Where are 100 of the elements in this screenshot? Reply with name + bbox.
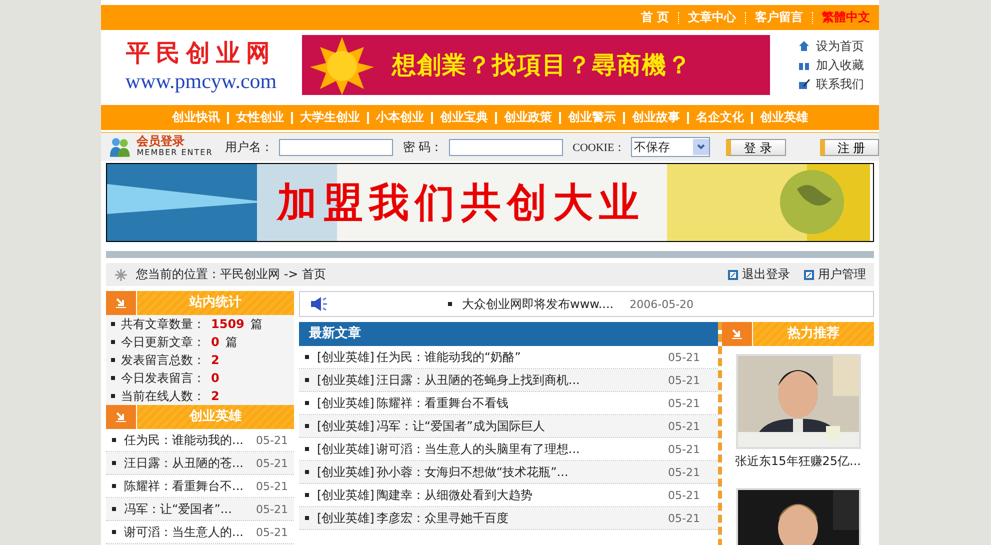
star-icon: [114, 268, 128, 282]
article-category: [创业英雄]: [317, 440, 374, 458]
arrow-icon: [116, 412, 126, 422]
stat-value: 2: [211, 353, 220, 367]
stat-unit: 篇: [250, 316, 262, 332]
article-category: [创业英雄]: [317, 372, 374, 388]
section-title: 最新文章: [309, 326, 361, 341]
article-title: 汪日露：从丑陋的苍...: [124, 454, 244, 472]
bullet-icon: [305, 516, 309, 520]
article-title: 陶建幸：从细微处看到大趋势: [376, 486, 532, 504]
ad-slogan: 想創業？找項目？尋商機？: [392, 50, 692, 81]
article-row[interactable]: [创业英雄] 汪日露：从丑陋的苍蝇身上找到商机... 05-21: [299, 369, 718, 392]
pencil-icon: [798, 78, 810, 90]
article-category: [创业英雄]: [317, 464, 374, 480]
announcement-text[interactable]: 大众创业网即将发布www....: [462, 296, 614, 312]
bullet-icon: [112, 530, 116, 534]
ad-banner[interactable]: 想創業？找項目？尋商機？: [302, 35, 770, 95]
home-icon: [798, 40, 810, 52]
stat-label: 发表留言总数：: [121, 352, 205, 368]
article-date: 05-21: [668, 420, 700, 432]
article-date: 05-21: [668, 442, 700, 456]
logo-url: www.pmcyw.com: [125, 68, 277, 94]
bullet-icon: [112, 438, 116, 442]
article-row[interactable]: 谢可滔：当生意人的... 05-21: [106, 521, 294, 544]
bullet-icon: [305, 493, 309, 497]
article-date: 05-21: [668, 512, 700, 524]
breadcrumb-label: 您当前的位置：: [136, 266, 220, 283]
article-category: [创业英雄]: [317, 510, 374, 526]
bullet-icon: [111, 358, 115, 362]
panel-title: 站内统计: [188, 294, 242, 312]
announcement-date: 2006-05-20: [630, 298, 694, 310]
article-date: 05-21: [256, 480, 288, 492]
cookie-label: COOKIE：: [572, 140, 626, 154]
article-category: [创业英雄]: [317, 394, 374, 412]
picture-caption[interactable]: 张近东15年狂赚25亿...: [735, 453, 861, 470]
article-row[interactable]: [创业英雄] 李彦宏：众里寻她千百度 05-21: [299, 507, 718, 530]
bullet-icon: [305, 447, 309, 451]
stat-value: 2: [211, 389, 220, 403]
login-button[interactable]: 登 录: [726, 138, 786, 156]
bullet-icon: [112, 484, 116, 488]
stat-value: 1509: [211, 317, 244, 331]
article-date: 05-21: [256, 502, 288, 516]
article-title: 谢可滔：当生意人的...: [124, 524, 244, 540]
user-link[interactable]: 退出登录: [728, 266, 790, 283]
password-label: 密 码：: [402, 138, 443, 156]
stat-label: 当前在线人数：: [121, 388, 205, 404]
speaker-icon: [310, 296, 328, 312]
article-row[interactable]: [创业英雄] 孙小蓉：女海归不想做“技术花瓶”... 05-21: [299, 461, 718, 484]
article-title: 陈耀祥：看重舞台不看钱: [376, 394, 508, 412]
stat-label: 今日更新文章：: [121, 334, 205, 350]
article-date: 05-21: [668, 466, 700, 478]
header-link[interactable]: 加入收藏: [798, 56, 864, 74]
article-date: 05-21: [256, 434, 288, 446]
article-category: [创业英雄]: [317, 348, 374, 366]
article-row[interactable]: [创业英雄] 冯军：让“爱国者”成为国际巨人 05-21: [299, 415, 718, 438]
stat-value: 0: [211, 335, 220, 349]
header-link[interactable]: 联系我们: [798, 76, 864, 92]
username-field[interactable]: [278, 138, 393, 156]
bullet-icon: [305, 378, 309, 382]
bullet-icon: [111, 394, 115, 398]
register-button[interactable]: 注 册: [820, 138, 879, 156]
article-title: 汪日露：从丑陋的苍蝇身上找到商机...: [376, 372, 580, 388]
article-date: 05-21: [668, 396, 700, 410]
article-date: 05-21: [668, 350, 700, 364]
username-label: 用户名：: [224, 138, 273, 156]
caret-icon: [697, 144, 706, 150]
panel-title: 创业英雄: [188, 408, 242, 426]
article-title: 冯军：让“爱国者”成为国际巨人: [376, 418, 545, 434]
article-title: 孙小蓉：女海归不想做“技术花瓶”...: [376, 464, 568, 480]
stat-unit: 篇: [225, 334, 238, 350]
password-field[interactable]: [448, 138, 563, 156]
article-title: 任为民：谁能动我的“奶酪”: [376, 348, 521, 366]
article-title: 冯军：让“爱国者”...: [124, 500, 232, 518]
article-title: 李彦宏：众里寻她千百度: [376, 510, 508, 526]
article-row[interactable]: 陈耀祥：看重舞台不... 05-21: [106, 475, 294, 498]
bullet-icon: [112, 461, 116, 465]
banner-slogan: 加盟我们共创大业: [277, 179, 645, 228]
breadcrumb-path: 平民创业网 -> 首页: [220, 266, 326, 283]
arrow-icon: [116, 298, 126, 308]
user-link[interactable]: 用户管理: [804, 266, 866, 283]
login-subtitle: MEMBER ENTER: [136, 147, 213, 158]
article-row[interactable]: 任为民：谁能动我的... 05-21: [106, 429, 294, 452]
article-title: 谢可滔：当生意人的头脑里有了理想...: [376, 440, 580, 458]
article-date: 05-21: [668, 374, 700, 386]
header-link[interactable]: 设为首页: [798, 38, 864, 54]
bullet-icon: [305, 355, 309, 359]
logo-name: 平民创业网: [126, 36, 276, 68]
link-icon: [728, 270, 738, 280]
sun-drawing: [310, 35, 374, 95]
panel-title: 热力推荐: [786, 325, 840, 343]
bullet-icon: [111, 340, 115, 344]
link-icon: [804, 270, 814, 280]
bullet-icon: [305, 424, 309, 428]
bullet-icon: [111, 376, 115, 380]
article-title: 任为民：谁能动我的...: [124, 432, 244, 448]
article-date: 05-21: [256, 526, 288, 538]
bullet-icon: [448, 302, 452, 306]
cookie-select[interactable]: 不保存: [631, 137, 710, 157]
join-banner[interactable]: 加盟我们共创大业: [106, 163, 874, 242]
login-title: 会员登录: [136, 136, 186, 147]
